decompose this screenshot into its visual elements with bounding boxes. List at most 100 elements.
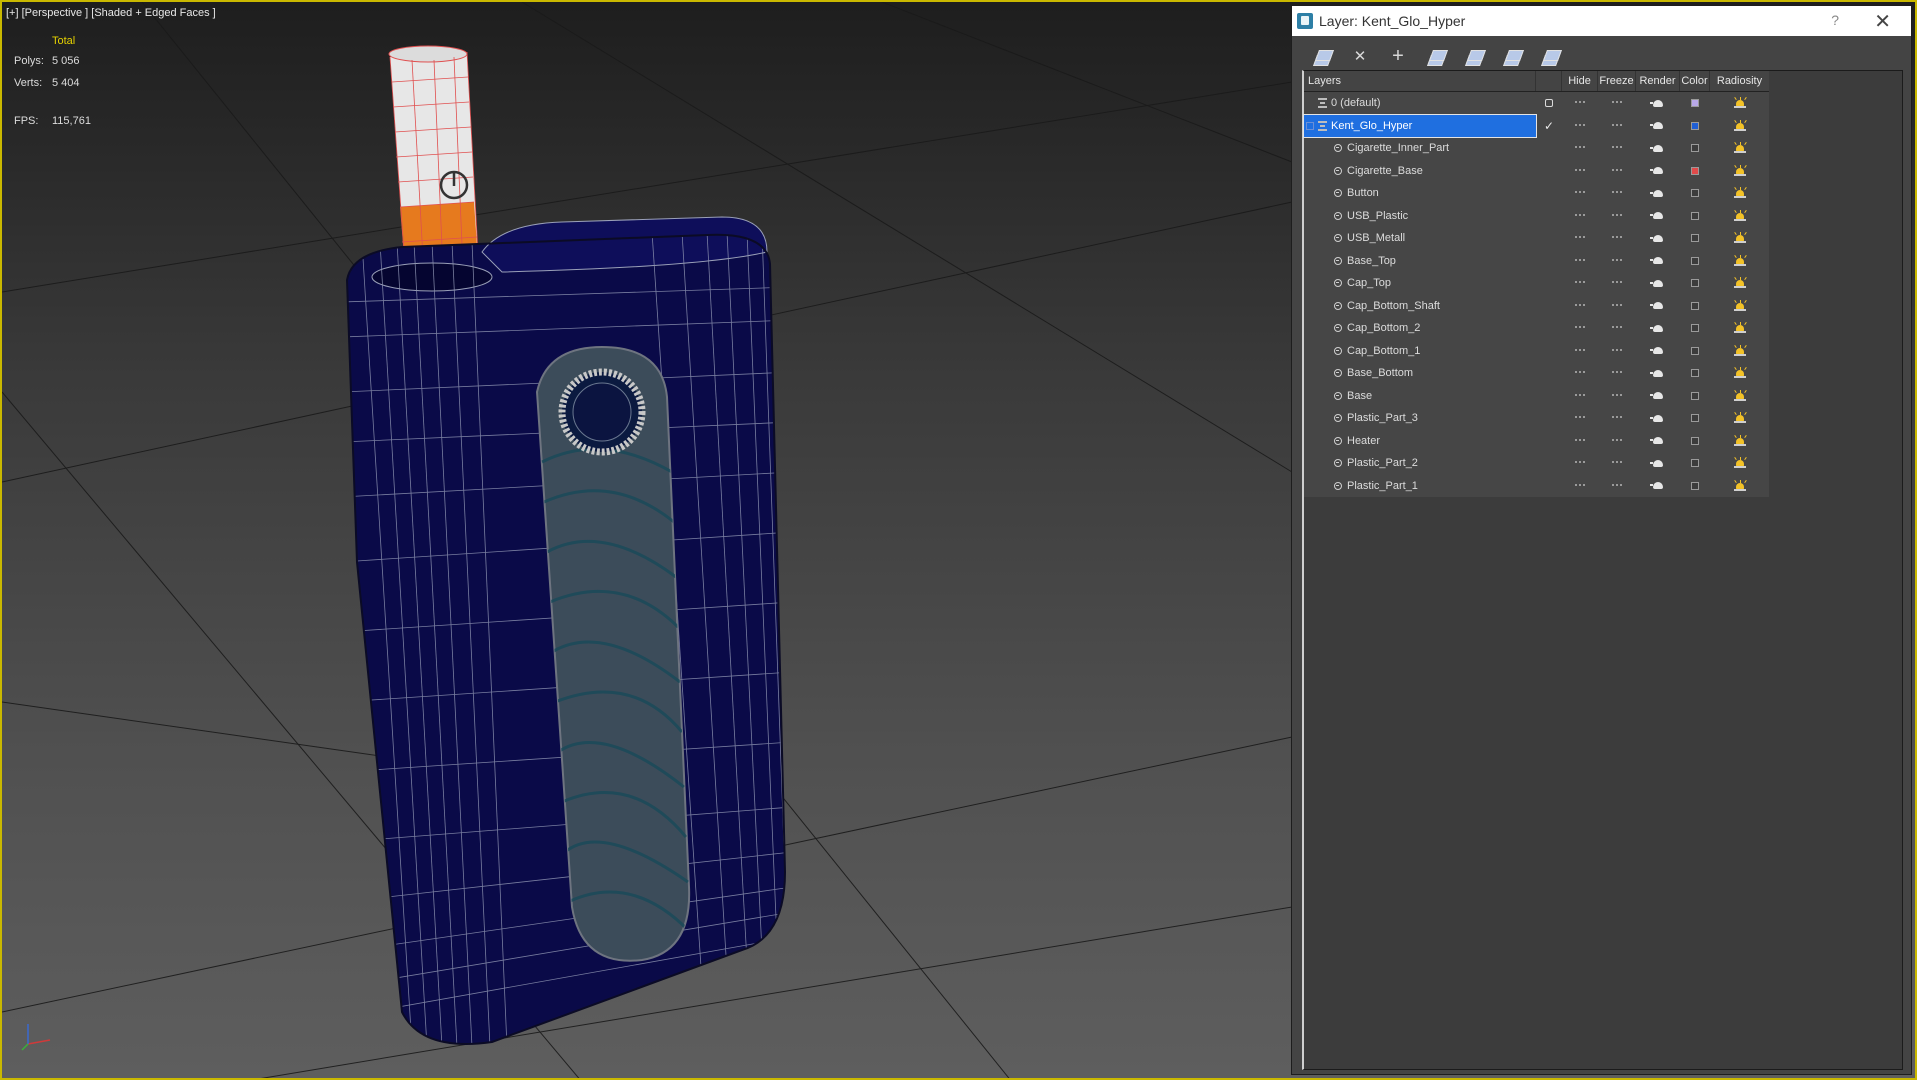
freeze-toggle[interactable] — [1598, 452, 1636, 474]
current-layer-toggle[interactable] — [1536, 317, 1562, 339]
freeze-toggle[interactable] — [1598, 385, 1636, 407]
render-toggle[interactable] — [1636, 272, 1680, 294]
render-toggle[interactable] — [1636, 182, 1680, 204]
object-row[interactable]: Cap_Bottom_1 — [1304, 340, 1769, 363]
viewport-label[interactable]: [+] [Perspective ] [Shaded + Edged Faces… — [6, 7, 216, 19]
row-name-cell[interactable]: 0 (default) — [1304, 92, 1536, 114]
radiosity-toggle[interactable] — [1710, 227, 1769, 249]
color-swatch-cell[interactable] — [1680, 362, 1710, 384]
object-row[interactable]: Cap_Bottom_2 — [1304, 317, 1769, 340]
render-toggle[interactable] — [1636, 250, 1680, 272]
column-freeze[interactable]: Freeze — [1598, 71, 1636, 91]
current-layer-toggle[interactable]: ✓ — [1536, 115, 1562, 137]
current-layer-toggle[interactable] — [1536, 407, 1562, 429]
object-row[interactable]: USB_Plastic — [1304, 205, 1769, 228]
layer-explorer-window[interactable]: Layer: Kent_Glo_Hyper ? ✕ ✕ + Layers Hide… — [1291, 5, 1912, 1075]
hide-toggle[interactable] — [1562, 92, 1598, 114]
color-swatch-cell[interactable] — [1680, 407, 1710, 429]
color-swatch-cell[interactable] — [1680, 340, 1710, 362]
hide-toggle[interactable] — [1562, 385, 1598, 407]
hide-toggle[interactable] — [1562, 407, 1598, 429]
object-row[interactable]: Base_Bottom — [1304, 362, 1769, 385]
freeze-all-layers-icon[interactable] — [1540, 46, 1563, 66]
color-swatch-cell[interactable] — [1680, 160, 1710, 182]
row-name-cell[interactable]: Plastic_Part_1 — [1304, 475, 1536, 497]
render-toggle[interactable] — [1636, 92, 1680, 114]
current-layer-toggle[interactable] — [1536, 182, 1562, 204]
current-layer-toggle[interactable] — [1536, 160, 1562, 182]
object-row[interactable]: Cap_Top — [1304, 272, 1769, 295]
object-row[interactable]: Base_Top — [1304, 250, 1769, 273]
delete-layer-icon[interactable]: ✕ — [1350, 46, 1370, 66]
radiosity-toggle[interactable] — [1710, 115, 1769, 137]
row-name-cell[interactable]: Cap_Bottom_2 — [1304, 317, 1536, 339]
radiosity-toggle[interactable] — [1710, 317, 1769, 339]
hide-toggle[interactable] — [1562, 317, 1598, 339]
radiosity-toggle[interactable] — [1710, 430, 1769, 452]
object-row[interactable]: Plastic_Part_2 — [1304, 452, 1769, 475]
current-layer-toggle[interactable] — [1536, 295, 1562, 317]
radiosity-toggle[interactable] — [1710, 92, 1769, 114]
hide-toggle[interactable] — [1562, 430, 1598, 452]
object-row[interactable]: Heater — [1304, 430, 1769, 453]
select-objects-in-layer-icon[interactable] — [1426, 46, 1449, 66]
render-toggle[interactable] — [1636, 295, 1680, 317]
current-layer-toggle[interactable] — [1536, 475, 1562, 497]
row-name-cell[interactable]: Plastic_Part_2 — [1304, 452, 1536, 474]
render-toggle[interactable] — [1636, 430, 1680, 452]
hide-toggle[interactable] — [1562, 340, 1598, 362]
column-current[interactable] — [1536, 71, 1562, 91]
color-swatch-cell[interactable] — [1680, 137, 1710, 159]
radiosity-toggle[interactable] — [1710, 362, 1769, 384]
radiosity-toggle[interactable] — [1710, 452, 1769, 474]
highlight-selected-layer-icon[interactable] — [1464, 46, 1487, 66]
object-row[interactable]: Cap_Bottom_Shaft — [1304, 295, 1769, 318]
hide-toggle[interactable] — [1562, 160, 1598, 182]
help-button[interactable]: ? — [1831, 12, 1839, 28]
render-toggle[interactable] — [1636, 205, 1680, 227]
render-toggle[interactable] — [1636, 317, 1680, 339]
object-row[interactable]: Button — [1304, 182, 1769, 205]
current-layer-toggle[interactable] — [1536, 272, 1562, 294]
hide-toggle[interactable] — [1562, 272, 1598, 294]
radiosity-toggle[interactable] — [1710, 295, 1769, 317]
object-row[interactable]: USB_Metall — [1304, 227, 1769, 250]
layer-row[interactable]: Kent_Glo_Hyper ✓ — [1303, 113, 1769, 138]
freeze-toggle[interactable] — [1598, 340, 1636, 362]
column-layers[interactable]: Layers — [1304, 71, 1536, 91]
hide-toggle[interactable] — [1562, 137, 1598, 159]
column-radiosity[interactable]: Radiosity — [1710, 71, 1769, 91]
color-swatch-cell[interactable] — [1680, 92, 1710, 114]
freeze-toggle[interactable] — [1598, 407, 1636, 429]
current-layer-toggle[interactable] — [1536, 385, 1562, 407]
row-name-cell[interactable]: Cap_Bottom_Shaft — [1304, 295, 1536, 317]
current-layer-toggle[interactable] — [1536, 92, 1562, 114]
radiosity-toggle[interactable] — [1710, 385, 1769, 407]
window-titlebar[interactable]: Layer: Kent_Glo_Hyper ? ✕ — [1292, 6, 1911, 36]
color-swatch-cell[interactable] — [1680, 182, 1710, 204]
expand-toggle-icon[interactable] — [1306, 121, 1314, 130]
row-name-cell[interactable]: Plastic_Part_3 — [1304, 407, 1536, 429]
hide-toggle[interactable] — [1562, 205, 1598, 227]
current-layer-toggle[interactable] — [1536, 452, 1562, 474]
freeze-toggle[interactable] — [1598, 250, 1636, 272]
render-toggle[interactable] — [1636, 475, 1680, 497]
render-toggle[interactable] — [1636, 137, 1680, 159]
row-name-cell[interactable]: Button — [1304, 182, 1536, 204]
render-toggle[interactable] — [1636, 160, 1680, 182]
row-name-cell[interactable]: Cap_Bottom_1 — [1304, 340, 1536, 362]
color-swatch-cell[interactable] — [1680, 430, 1710, 452]
render-toggle[interactable] — [1636, 362, 1680, 384]
color-swatch-cell[interactable] — [1680, 295, 1710, 317]
column-color[interactable]: Color — [1680, 71, 1710, 91]
radiosity-toggle[interactable] — [1710, 160, 1769, 182]
radiosity-toggle[interactable] — [1710, 272, 1769, 294]
object-row[interactable]: Cigarette_Inner_Part — [1304, 137, 1769, 160]
hide-toggle[interactable] — [1562, 475, 1598, 497]
hide-toggle[interactable] — [1562, 115, 1598, 137]
radiosity-toggle[interactable] — [1710, 340, 1769, 362]
radiosity-toggle[interactable] — [1710, 475, 1769, 497]
row-name-cell[interactable]: Cigarette_Inner_Part — [1304, 137, 1536, 159]
color-swatch-cell[interactable] — [1680, 475, 1710, 497]
color-swatch-cell[interactable] — [1680, 205, 1710, 227]
